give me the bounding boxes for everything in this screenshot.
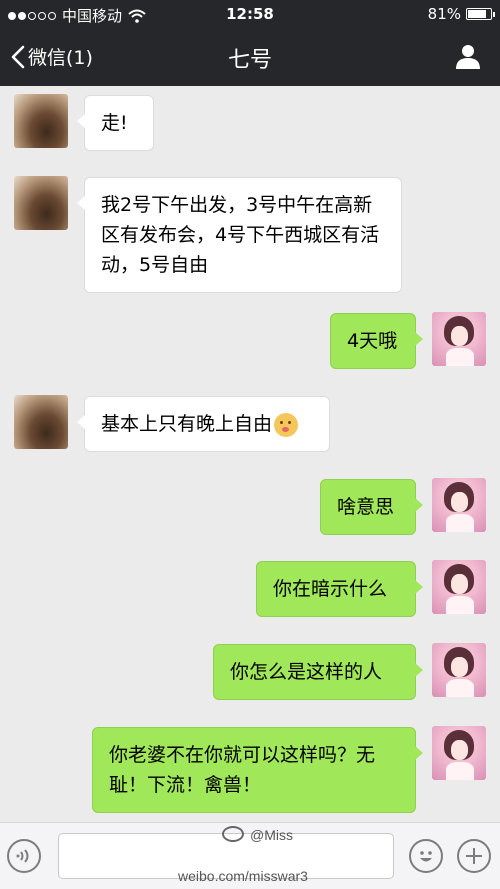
watermark-handle: @Miss <box>250 827 293 843</box>
smiley-icon <box>420 851 432 862</box>
battery-percent: 81% <box>427 5 461 23</box>
more-actions-button[interactable] <box>457 839 491 873</box>
message-bubble-sent[interactable]: 你在暗示什么 <box>256 561 423 617</box>
my-avatar[interactable] <box>432 312 486 366</box>
friend-avatar[interactable] <box>14 94 68 148</box>
battery-status: 81% <box>427 5 495 23</box>
person-icon <box>456 45 480 69</box>
battery-level <box>468 10 486 18</box>
voice-icon <box>16 849 29 863</box>
my-avatar[interactable] <box>432 560 486 614</box>
message-bubble-received[interactable]: 基本上只有晚上自由 <box>77 396 330 452</box>
message-bubble-received[interactable]: 我2号下午出发，3号中午在高新区有发布会，4号下午西城区有活动，5号自由 <box>77 177 402 293</box>
battery-icon <box>466 8 495 20</box>
kissing-face-emoji-icon <box>274 412 299 437</box>
my-avatar[interactable] <box>432 643 486 697</box>
chat-title: 七号 <box>227 48 272 73</box>
friend-avatar[interactable] <box>14 395 68 449</box>
emoji-button[interactable] <box>409 839 443 873</box>
plus-icon <box>466 848 482 864</box>
voice-input-button[interactable] <box>7 839 41 873</box>
status-time: 12:58 <box>226 5 274 23</box>
my-avatar[interactable] <box>432 726 486 780</box>
chat-area[interactable]: 走! 我2号下午出发，3号中午在高新区有发布会，4号下午西城区有活动，5号自由 … <box>0 86 500 822</box>
message-bubble-received[interactable]: 走! <box>77 95 154 151</box>
message-bubble-sent[interactable]: 啥意思 <box>320 479 423 535</box>
weibo-logo-icon <box>222 826 244 842</box>
watermark-url: weibo.com/misswar3 <box>178 868 308 884</box>
message-bubble-sent[interactable]: 你怎么是这样的人 <box>213 644 423 700</box>
status-bar: 中国移动 12:58 81% <box>0 0 500 28</box>
friend-avatar[interactable] <box>14 176 68 230</box>
nav-bar: 微信(1) 七号 <box>0 28 500 86</box>
my-avatar[interactable] <box>432 478 486 532</box>
contact-profile-button[interactable] <box>454 42 482 74</box>
message-bubble-sent[interactable]: 4天哦 <box>330 313 423 369</box>
message-text: 基本上只有晚上自由 <box>101 413 273 435</box>
message-bubble-sent[interactable]: 你老婆不在你就可以这样吗？无耻！下流！禽兽！ <box>92 727 423 813</box>
